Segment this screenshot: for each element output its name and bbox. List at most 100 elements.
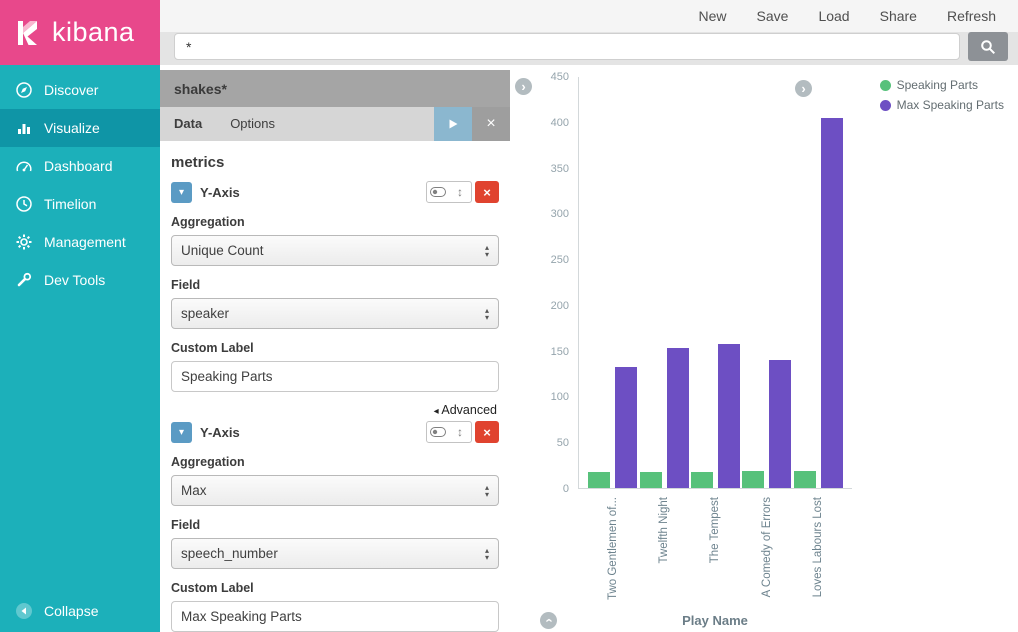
disable-aggregation-toggle[interactable] [427,422,449,442]
axis-title: Y-Axis [200,185,426,200]
bar-chart-icon [15,119,33,137]
sidebar-collapse-button[interactable]: Collapse [0,590,160,632]
remove-aggregation-button[interactable]: × [475,181,499,203]
play-icon [447,118,459,130]
bar[interactable] [640,472,662,488]
aggregation-value: Max [181,483,207,498]
move-icon: ↕ [457,425,463,439]
x-axis-category-label: Twelfth Night [658,497,670,563]
sidebar-item-label: Dev Tools [44,272,105,288]
gear-icon [15,233,33,251]
new-button[interactable]: New [699,8,727,24]
remove-aggregation-button[interactable]: × [475,421,499,443]
tab-data[interactable]: Data [160,107,216,141]
chevron-up-icon: › [542,618,555,622]
aggregation-select[interactable]: Unique Count ▴▾ [171,235,499,266]
advanced-caret-icon: ◂ [434,406,439,417]
disable-aggregation-toggle[interactable] [427,182,449,202]
search-bar [160,32,1018,65]
save-button[interactable]: Save [757,8,789,24]
top-right-area: New Save Load Share Refresh [160,0,1018,65]
sidebar-item-dev-tools[interactable]: Dev Tools [0,261,160,299]
advanced-label: Advanced [441,403,497,417]
sidebar-item-discover[interactable]: Discover [0,71,160,109]
discard-changes-button[interactable]: × [472,107,510,141]
search-input[interactable] [174,33,960,60]
field-value: speaker [181,306,229,321]
toggle-icon [430,187,446,197]
bar[interactable] [821,118,843,488]
load-button[interactable]: Load [818,8,849,24]
reorder-aggregation-handle[interactable]: ↕ [449,182,471,202]
aggregation-label: Aggregation [171,215,499,229]
sidebar-item-label: Discover [44,82,98,98]
collapse-editor-chevron[interactable]: › [515,78,532,95]
kibana-logo[interactable]: kibana [0,0,160,65]
bar[interactable] [691,472,713,488]
axis-control-box: ↕ [426,421,472,443]
axis-control-box: ↕ [426,181,472,203]
bar[interactable] [718,344,740,488]
x-axis-category-label: Loves Labours Lost [812,497,824,597]
sidebar-item-label: Dashboard [44,158,113,174]
sidebar-item-dashboard[interactable]: Dashboard [0,147,160,185]
axis-controls: ↕ × [426,181,499,203]
x-axis-category-label: Two Gentlemen of... [607,497,619,600]
apply-changes-button[interactable] [434,107,472,141]
custom-label-input[interactable] [171,361,499,392]
collapse-axis-button[interactable]: ▾ [171,182,192,203]
field-select[interactable]: speech_number ▴▾ [171,538,499,569]
sidebar-item-timelion[interactable]: Timelion [0,185,160,223]
sidebar-item-visualize[interactable]: Visualize [0,109,160,147]
legend-color-dot [880,80,891,91]
legend-item[interactable]: Max Speaking Parts [880,98,1004,112]
bar-group: Two Gentlemen of... [588,77,637,488]
bar[interactable] [588,472,610,488]
reorder-aggregation-handle[interactable]: ↕ [449,422,471,442]
kibana-k-icon [13,18,43,48]
legend-label: Speaking Parts [897,78,978,92]
y-axis-tick-label: 150 [551,346,569,358]
share-button[interactable]: Share [880,8,917,24]
y-axis-tick-label: 450 [551,71,569,83]
custom-label-input[interactable] [171,601,499,632]
bar[interactable] [794,471,816,488]
x-axis-category-label: The Tempest [709,497,721,563]
refresh-button[interactable]: Refresh [947,8,996,24]
bar-group: Twelfth Night [640,77,689,488]
close-icon: × [486,115,495,132]
y-axis-tick-label: 300 [551,208,569,220]
legend-item[interactable]: Speaking Parts [880,78,1004,92]
bar[interactable] [769,360,791,488]
aggregation-value: Unique Count [181,243,264,258]
bar[interactable] [615,367,637,488]
x-axis-title: Play Name [578,613,852,628]
collapse-axis-button[interactable]: ▾ [171,422,192,443]
bar[interactable] [742,471,764,488]
field-label: Field [171,518,499,532]
sidebar-item-label: Visualize [44,120,100,136]
select-arrows-icon: ▴▾ [485,547,489,561]
select-arrows-icon: ▴▾ [485,307,489,321]
y-axis-tick-label: 0 [563,483,569,495]
select-arrows-icon: ▴▾ [485,484,489,498]
collapse-arrow-icon [15,602,33,620]
select-arrows-icon: ▴▾ [485,244,489,258]
y-axis-tick-label: 100 [551,391,569,403]
axis-title: Y-Axis [200,425,426,440]
axis-controls: ↕ × [426,421,499,443]
bar-group: The Tempest [691,77,740,488]
tab-options[interactable]: Options [216,107,289,141]
field-value: speech_number [181,546,278,561]
aggregation-label: Aggregation [171,455,499,469]
y-axis-tick-label: 50 [557,437,569,449]
collapse-label: Collapse [44,603,98,619]
sidebar-item-management[interactable]: Management [0,223,160,261]
field-select[interactable]: speaker ▴▾ [171,298,499,329]
scroll-up-chevron[interactable]: › [540,612,557,629]
bar[interactable] [667,348,689,488]
toggle-icon [430,427,446,437]
aggregation-select[interactable]: Max ▴▾ [171,475,499,506]
advanced-toggle[interactable]: ◂ Advanced [173,403,497,417]
search-button[interactable] [968,32,1008,61]
